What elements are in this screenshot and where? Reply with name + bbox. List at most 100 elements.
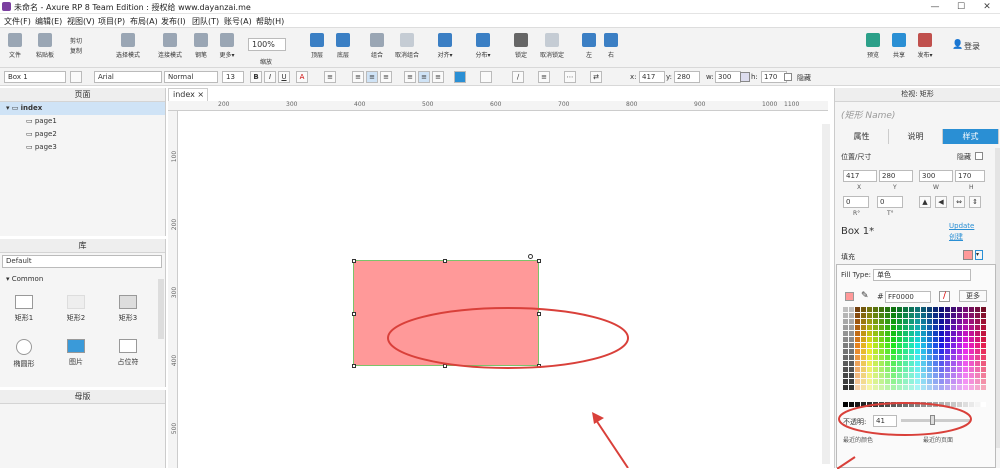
color-swatch[interactable] <box>849 319 854 324</box>
color-swatch[interactable] <box>921 319 926 324</box>
hex-input[interactable]: FF0000 <box>885 291 931 303</box>
color-swatch[interactable] <box>861 361 866 366</box>
color-swatch[interactable] <box>963 361 968 366</box>
resize-handle[interactable] <box>352 312 356 316</box>
color-swatch[interactable] <box>957 361 962 366</box>
color-swatch[interactable] <box>927 331 932 336</box>
color-swatch[interactable] <box>963 331 968 336</box>
color-swatch[interactable] <box>855 325 860 330</box>
color-swatch[interactable] <box>885 349 890 354</box>
color-swatch[interactable] <box>873 343 878 348</box>
color-swatch[interactable] <box>903 343 908 348</box>
color-swatch[interactable] <box>915 367 920 372</box>
color-swatch[interactable] <box>849 373 854 378</box>
publish-button[interactable]: 发布▾ <box>910 33 940 65</box>
color-swatch[interactable] <box>915 337 920 342</box>
align-right-button[interactable]: ≡ <box>380 71 392 83</box>
color-swatch[interactable] <box>981 349 986 354</box>
color-swatch[interactable] <box>975 373 980 378</box>
fill-color-button[interactable] <box>454 71 466 83</box>
color-swatch[interactable] <box>963 337 968 342</box>
color-swatch[interactable] <box>843 325 848 330</box>
color-swatch[interactable] <box>879 307 884 312</box>
color-swatch[interactable] <box>933 337 938 342</box>
color-swatch[interactable] <box>897 349 902 354</box>
color-swatch[interactable] <box>975 337 980 342</box>
color-swatch[interactable] <box>897 307 902 312</box>
color-swatch[interactable] <box>897 319 902 324</box>
color-swatch[interactable] <box>951 367 956 372</box>
color-swatch[interactable] <box>957 343 962 348</box>
bold-button[interactable]: B <box>250 71 262 83</box>
color-swatch[interactable] <box>891 373 896 378</box>
color-swatch[interactable] <box>939 319 944 324</box>
color-swatch[interactable] <box>843 313 848 318</box>
font-family-select[interactable]: Arial <box>94 71 162 83</box>
color-swatch[interactable] <box>891 319 896 324</box>
color-swatch[interactable] <box>915 373 920 378</box>
color-swatch[interactable] <box>981 307 986 312</box>
color-swatch[interactable] <box>921 367 926 372</box>
color-swatch[interactable] <box>849 367 854 372</box>
color-swatch[interactable] <box>843 373 848 378</box>
color-swatch[interactable] <box>897 343 902 348</box>
color-swatch[interactable] <box>843 385 848 390</box>
copy-button[interactable]: 复制 <box>70 46 82 55</box>
color-swatch[interactable] <box>909 313 914 318</box>
color-swatch[interactable] <box>945 373 950 378</box>
color-swatch[interactable] <box>927 379 932 384</box>
color-swatch[interactable] <box>885 355 890 360</box>
color-swatch[interactable] <box>903 385 908 390</box>
color-swatch[interactable] <box>963 307 968 312</box>
color-swatch[interactable] <box>861 313 866 318</box>
color-swatch[interactable] <box>879 343 884 348</box>
no-fill-button[interactable]: ∕ <box>939 291 950 302</box>
font-color-button[interactable]: A <box>296 71 308 83</box>
color-swatch[interactable] <box>963 313 968 318</box>
color-swatch[interactable] <box>945 337 950 342</box>
color-swatch[interactable] <box>921 313 926 318</box>
color-swatch[interactable] <box>897 367 902 372</box>
w-input[interactable]: 300 <box>919 170 953 182</box>
tab-properties[interactable]: 属性 <box>835 129 889 144</box>
resize-handle[interactable] <box>352 259 356 263</box>
color-swatch[interactable] <box>903 379 908 384</box>
color-swatch[interactable] <box>891 337 896 342</box>
color-swatch[interactable] <box>891 349 896 354</box>
tab-notes[interactable]: 说明 <box>889 129 943 144</box>
color-swatch[interactable] <box>927 343 932 348</box>
color-swatch[interactable] <box>921 307 926 312</box>
color-swatch[interactable] <box>957 349 962 354</box>
menu-help[interactable]: 帮助(H) <box>256 16 284 27</box>
x-input[interactable]: 417 <box>639 71 665 83</box>
color-swatch[interactable] <box>843 367 848 372</box>
color-swatch[interactable] <box>945 325 950 330</box>
color-swatch[interactable] <box>873 379 878 384</box>
color-swatch[interactable] <box>873 373 878 378</box>
color-swatch[interactable] <box>951 355 956 360</box>
color-swatch[interactable] <box>981 325 986 330</box>
align-button[interactable]: 对齐▾ <box>430 33 460 65</box>
color-swatch[interactable] <box>873 361 878 366</box>
color-swatch[interactable] <box>915 385 920 390</box>
color-swatch[interactable] <box>969 367 974 372</box>
color-swatch[interactable] <box>903 319 908 324</box>
color-swatch[interactable] <box>849 355 854 360</box>
color-swatch[interactable] <box>909 325 914 330</box>
color-swatch[interactable] <box>939 325 944 330</box>
color-swatch[interactable] <box>861 337 866 342</box>
color-swatch[interactable] <box>969 373 974 378</box>
color-swatch[interactable] <box>909 337 914 342</box>
color-swatch[interactable] <box>945 355 950 360</box>
color-swatch[interactable] <box>927 355 932 360</box>
font-size-select[interactable]: 13 <box>222 71 244 83</box>
color-swatch[interactable] <box>969 307 974 312</box>
color-swatch[interactable] <box>921 343 926 348</box>
color-swatch[interactable] <box>939 337 944 342</box>
color-swatch[interactable] <box>849 361 854 366</box>
color-swatch[interactable] <box>897 385 902 390</box>
color-swatch[interactable] <box>975 307 980 312</box>
fill-type-select[interactable]: 单色 <box>873 269 971 281</box>
style-name[interactable]: Box 1* <box>841 226 874 237</box>
color-swatch[interactable] <box>939 373 944 378</box>
